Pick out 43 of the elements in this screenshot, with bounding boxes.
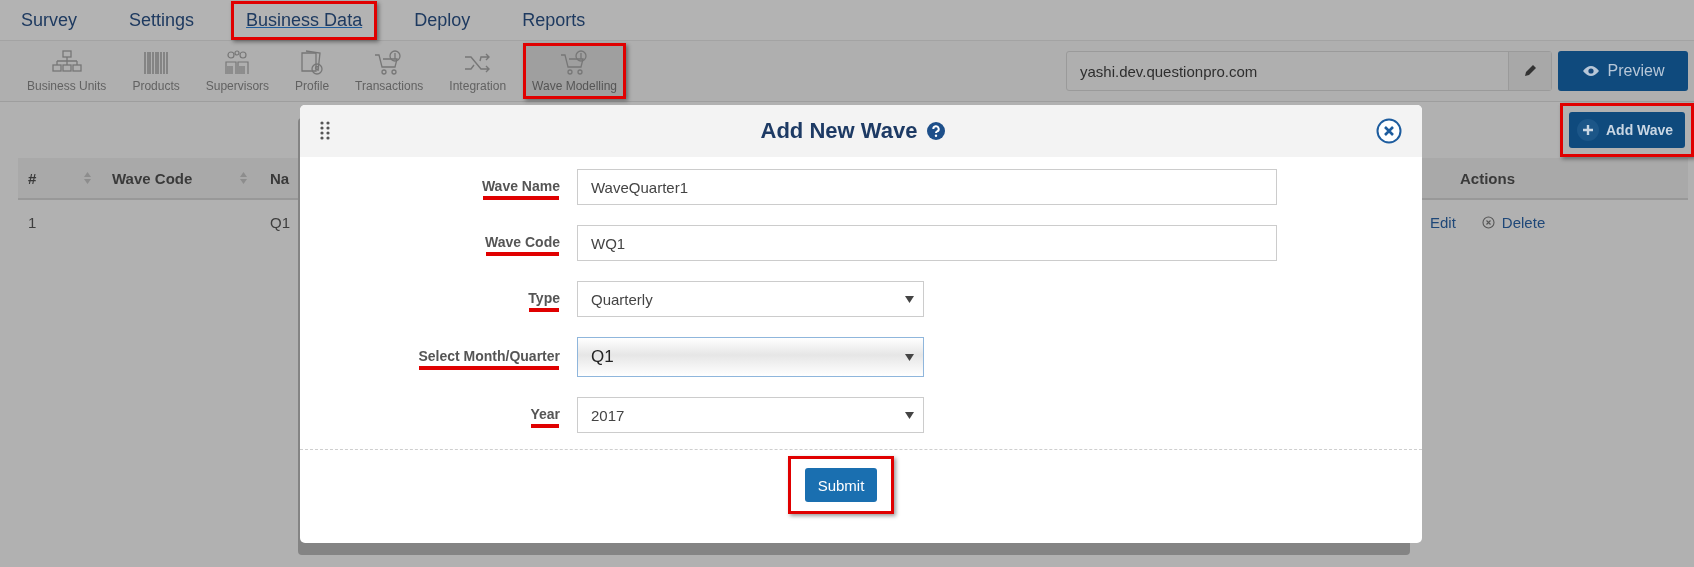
module-tab[interactable]: Wave Modelling	[523, 43, 626, 99]
table-cell: Q1	[270, 213, 290, 231]
text-field[interactable]: WaveQuarter1	[577, 169, 1277, 205]
module-tab[interactable]: Integration	[440, 43, 516, 99]
add-wave-button[interactable]: Add Wave	[1569, 112, 1685, 148]
select-field[interactable]: 2017	[577, 397, 924, 433]
caret-icon	[905, 353, 914, 361]
delete-link[interactable]: Delete	[1481, 213, 1546, 231]
nav-tab[interactable]: Reports	[507, 0, 601, 40]
module-tab[interactable]: Transactions	[346, 43, 433, 99]
eye-icon	[1581, 65, 1600, 77]
module-tab[interactable]: Supervisors	[196, 43, 279, 99]
help-icon[interactable]	[927, 122, 946, 140]
profile-card-icon	[299, 49, 326, 76]
module-tab[interactable]: Profile	[286, 43, 339, 99]
caret-icon	[905, 411, 914, 419]
plus-icon	[1582, 124, 1594, 136]
nav-tab[interactable]: Business Data	[231, 0, 378, 40]
drag-handle-icon[interactable]	[320, 121, 330, 141]
preview-button[interactable]: Preview	[1558, 51, 1688, 91]
barcode-icon	[142, 49, 171, 76]
dialog-title: Add New Wave	[760, 118, 918, 144]
column-header: Actions	[1460, 169, 1515, 187]
nav-tab[interactable]: Deploy	[399, 0, 486, 40]
module-tab[interactable]: Products	[123, 43, 189, 99]
nav-tab[interactable]: Survey	[6, 0, 93, 40]
edit-link[interactable]: Edit	[1430, 213, 1456, 231]
edit-icon[interactable]	[1523, 64, 1537, 78]
cart-icon	[559, 49, 590, 76]
column-header: Na	[270, 169, 290, 187]
module-tab[interactable]: Business Units	[18, 43, 116, 99]
close-circle-icon	[1481, 215, 1495, 229]
submit-button[interactable]: Submit	[805, 468, 877, 502]
caret-icon	[905, 295, 914, 303]
domain-field[interactable]: yashi.dev.questionpro.com	[1066, 51, 1552, 91]
text-field[interactable]: WQ1	[577, 225, 1277, 261]
nav-tab[interactable]: Settings	[114, 0, 210, 40]
column-header: Wave Code	[112, 169, 193, 187]
select-field[interactable]: Quarterly	[577, 281, 924, 317]
select-field[interactable]: Q1	[577, 337, 924, 377]
column-header: #	[28, 169, 37, 187]
close-icon[interactable]	[1376, 118, 1402, 144]
table-cell: 1	[28, 213, 37, 231]
